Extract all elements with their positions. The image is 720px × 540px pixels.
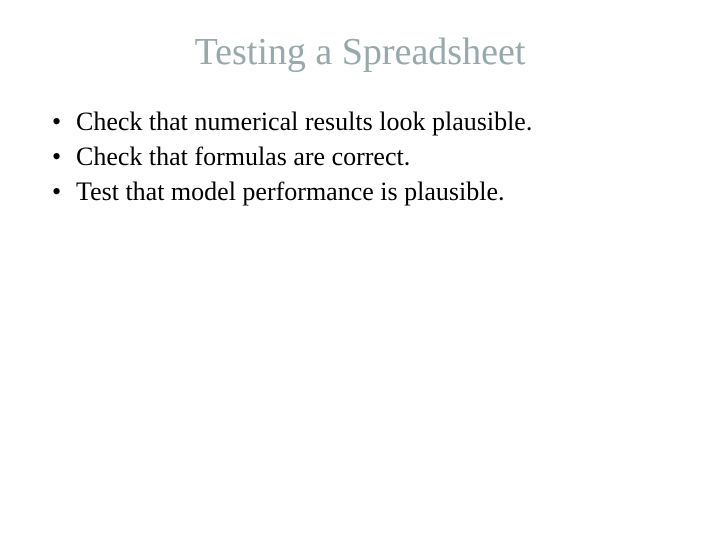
- list-item: Check that numerical results look plausi…: [46, 104, 680, 139]
- list-item: Test that model performance is plausible…: [46, 174, 680, 209]
- list-item: Check that formulas are correct.: [46, 139, 680, 174]
- slide: Testing a Spreadsheet Check that numeric…: [0, 0, 720, 540]
- slide-title: Testing a Spreadsheet: [40, 30, 680, 74]
- bullet-list: Check that numerical results look plausi…: [46, 104, 680, 209]
